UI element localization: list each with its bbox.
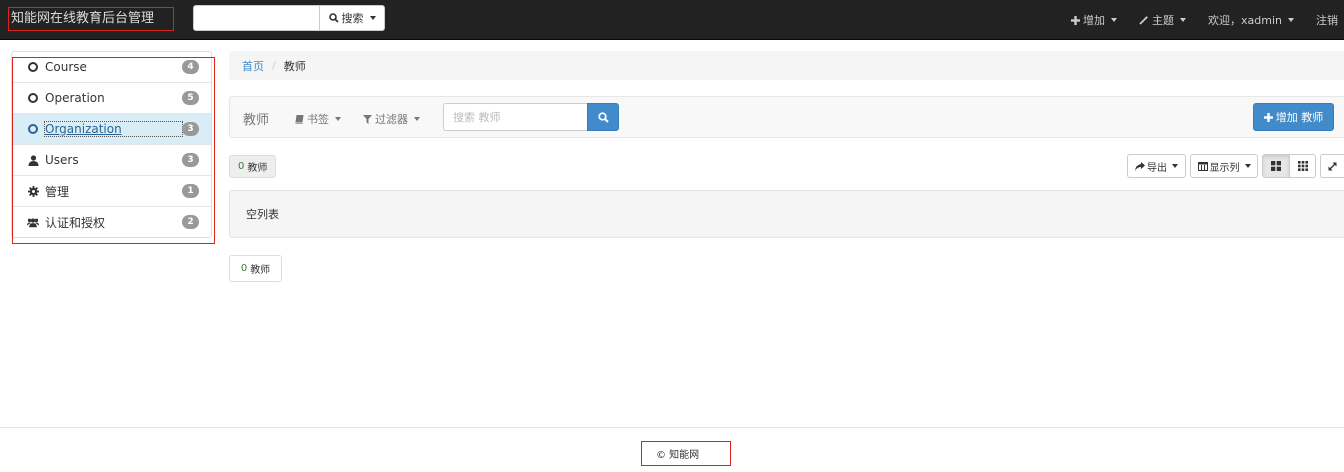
count-badge: 3 <box>182 122 199 136</box>
count-badge: 2 <box>182 215 199 229</box>
footer-text: © 知能网 <box>656 450 700 461</box>
chevron-down-icon <box>1288 18 1294 22</box>
result-count-bottom: 0 教师 <box>229 255 282 282</box>
expand-icon <box>1328 162 1337 170</box>
navbar-right-menu: 增加 主题 欢迎，xadmin 注销 <box>1049 0 1338 40</box>
sidebar-item-auth[interactable]: 认证和授权 2 <box>12 206 211 237</box>
count-badge: 3 <box>182 153 199 167</box>
nav-user-label: 欢迎，xadmin <box>1208 14 1282 27</box>
page-title: 教师 <box>243 113 270 128</box>
nav-theme-menu[interactable]: 主题 <box>1139 12 1187 28</box>
brand-title[interactable]: 知能网在线教育后台管理 <box>8 7 174 31</box>
fullscreen-button[interactable] <box>1320 154 1344 178</box>
grid-large-icon <box>1271 161 1281 171</box>
nav-user-menu[interactable]: 欢迎，xadmin <box>1208 12 1294 28</box>
group-icon <box>27 216 39 228</box>
list-toolbar: 教师 书签 过滤器 增加 教师 <box>229 96 1344 138</box>
export-label: 导出 <box>1147 162 1167 174</box>
chevron-down-icon <box>335 117 341 121</box>
sidebar-item-admin[interactable]: 管理 1 <box>12 175 211 206</box>
plus-icon <box>1263 112 1273 122</box>
result-count: 0 教师 <box>229 155 277 178</box>
plus-icon <box>1071 15 1081 25</box>
breadcrumb: 首页 / 教师 <box>229 51 1344 80</box>
footer: © 知能网 <box>641 441 731 466</box>
top-navbar: 知能网在线教育后台管理 搜索 增加 主题 欢迎，xadmin 注销 <box>0 0 1344 40</box>
empty-list-text: 空列表 <box>246 208 279 221</box>
count-badge: 4 <box>182 60 199 74</box>
list-search-input[interactable] <box>443 103 588 131</box>
navbar-search-label: 搜索 <box>341 12 364 25</box>
sidebar-item-organization[interactable]: Organization 3 <box>12 113 211 144</box>
filter-icon <box>363 114 372 124</box>
nav-theme-label: 主题 <box>1152 14 1175 27</box>
sidebar-item-users[interactable]: Users 3 <box>12 144 211 175</box>
circle-icon <box>27 61 39 73</box>
sidebar-item-label: Operation <box>45 91 105 105</box>
gear-icon <box>27 185 39 197</box>
search-icon <box>597 111 609 123</box>
layout-small-button[interactable] <box>1289 154 1316 178</box>
result-count-number: 0 <box>238 161 245 172</box>
layout-large-button[interactable] <box>1262 154 1290 178</box>
result-count-number: 0 <box>240 263 248 274</box>
magic-wand-icon <box>1139 15 1149 25</box>
circle-icon <box>27 123 39 135</box>
export-button[interactable]: 导出 <box>1127 154 1186 178</box>
bookmarks-label: 书签 <box>307 113 329 126</box>
breadcrumb-current: 教师 <box>283 59 306 73</box>
sidebar-item-label: Organization <box>44 121 183 137</box>
result-count-label: 教师 <box>250 265 271 276</box>
columns-label: 显示列 <box>1209 162 1240 174</box>
book-icon <box>295 114 304 124</box>
circle-icon <box>27 92 39 104</box>
sidebar-item-label: Users <box>45 153 79 167</box>
sidebar-item-course[interactable]: Course 4 <box>12 52 211 82</box>
nav-add-label: 增加 <box>1083 14 1106 27</box>
breadcrumb-separator: / <box>272 59 276 72</box>
columns-icon <box>1197 161 1208 171</box>
sidebar-item-operation[interactable]: Operation 5 <box>12 82 211 113</box>
chevron-down-icon <box>369 16 376 20</box>
navbar-search: 搜索 <box>193 5 385 31</box>
chevron-down-icon <box>1172 164 1178 168</box>
chevron-down-icon <box>1111 18 1118 22</box>
sidebar-item-label: 管理 <box>45 184 70 199</box>
nav-logout[interactable]: 注销 <box>1316 12 1338 28</box>
bookmarks-menu[interactable]: 书签 <box>295 111 341 127</box>
chevron-down-icon <box>1244 164 1251 168</box>
footer-divider <box>0 427 1344 428</box>
chevron-down-icon <box>1180 18 1187 22</box>
filters-label: 过滤器 <box>375 113 408 126</box>
breadcrumb-home-link[interactable]: 首页 <box>242 58 264 74</box>
nav-add-menu[interactable]: 增加 <box>1071 12 1118 28</box>
sidebar-item-label: Course <box>45 60 87 74</box>
navbar-search-button[interactable]: 搜索 <box>320 5 385 31</box>
result-count-label: 教师 <box>247 163 268 174</box>
add-teacher-button[interactable]: 增加 教师 <box>1253 103 1334 131</box>
grid-small-icon <box>1297 161 1308 171</box>
chevron-down-icon <box>414 117 420 121</box>
empty-list-panel: 空列表 <box>229 190 1344 238</box>
add-teacher-label: 增加 教师 <box>1275 111 1324 124</box>
columns-button[interactable]: 显示列 <box>1190 154 1258 178</box>
search-icon <box>328 13 339 23</box>
user-icon <box>27 154 39 166</box>
navbar-search-input[interactable] <box>193 5 320 31</box>
share-icon <box>1135 161 1145 171</box>
sidebar-item-label: 认证和授权 <box>45 215 106 230</box>
filters-menu[interactable]: 过滤器 <box>363 111 420 127</box>
list-search-button[interactable] <box>587 103 619 131</box>
nav-logout-label: 注销 <box>1316 14 1338 27</box>
count-badge: 1 <box>182 184 199 198</box>
sidebar: Course 4 Operation 5 Organization 3 User… <box>11 51 212 238</box>
count-badge: 5 <box>182 91 199 105</box>
